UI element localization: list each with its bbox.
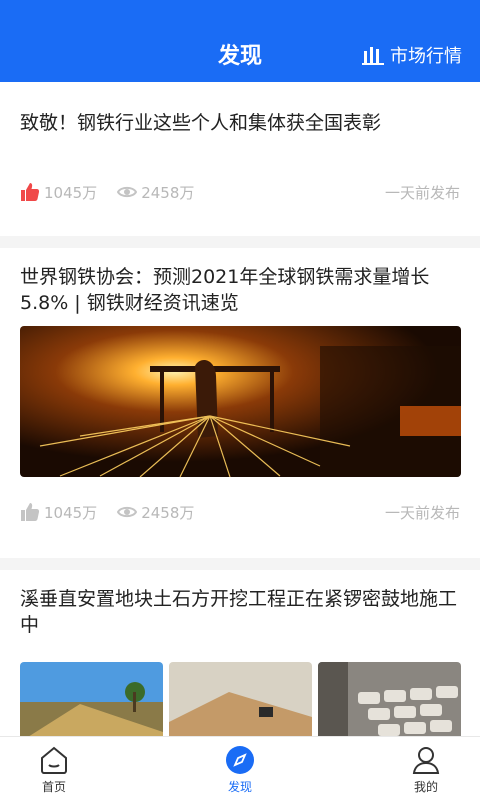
- article-title[interactable]: 溪垂直安置地块土石方开挖工程正在紧锣密鼓地施工中: [0, 586, 480, 638]
- steel-mill-sparks-photo[interactable]: [20, 326, 461, 477]
- sand-pile-photo[interactable]: [20, 662, 163, 736]
- article-image-grid: [20, 662, 461, 736]
- article-card[interactable]: 致敬！钢铁行业这些个人和集体获全国表彰 1045万 2458万 一天前发布: [0, 82, 480, 236]
- tab-home-label: 首页: [41, 780, 66, 794]
- eye-icon: [117, 506, 138, 518]
- user-icon: [412, 747, 440, 774]
- article-title[interactable]: 致敬！钢铁行业这些个人和集体获全国表彰: [0, 110, 480, 136]
- market-quotes-button[interactable]: 市场行情: [362, 42, 462, 68]
- cement-bags-photo[interactable]: [318, 662, 461, 736]
- view-count: 2458万: [117, 182, 194, 203]
- bottom-tab-bar: 首页 发现 我的: [0, 736, 480, 800]
- eye-icon: [117, 186, 138, 198]
- compass-icon: [226, 746, 254, 774]
- divider: [0, 236, 480, 248]
- bar-chart-icon: [362, 47, 384, 65]
- tab-mine-label: 我的: [413, 780, 438, 794]
- publish-time: 一天前发布: [384, 183, 460, 202]
- thumbs-up-icon: [21, 503, 40, 521]
- app-header: 发现 市场行情: [0, 0, 480, 82]
- divider: [0, 558, 480, 570]
- article-meta: 1045万 2458万 一天前发布: [0, 500, 480, 524]
- thumbs-up-icon: [21, 183, 40, 201]
- article-feed[interactable]: 致敬！钢铁行业这些个人和集体获全国表彰 1045万 2458万 一天前发布 世界…: [0, 82, 480, 736]
- construction-site-photo[interactable]: [169, 662, 312, 736]
- like-count-text: 1045万: [44, 503, 98, 522]
- tab-discover[interactable]: 发现: [200, 745, 280, 795]
- article-card[interactable]: 世界钢铁协会：预测2021年全球钢铁需求量增长5.8% | 钢铁财经资讯速览 1…: [0, 248, 480, 558]
- tab-discover-label: 发现: [227, 780, 252, 794]
- like-count-text: 1045万: [44, 183, 98, 202]
- view-count: 2458万: [117, 502, 194, 523]
- tab-mine[interactable]: 我的: [386, 745, 466, 795]
- like-count[interactable]: 1045万: [20, 182, 97, 203]
- article-title[interactable]: 世界钢铁协会：预测2021年全球钢铁需求量增长5.8% | 钢铁财经资讯速览: [0, 264, 480, 316]
- article-meta: 1045万 2458万 一天前发布: [0, 180, 480, 204]
- article-card[interactable]: 溪垂直安置地块土石方开挖工程正在紧锣密鼓地施工中: [0, 570, 480, 736]
- like-count[interactable]: 1045万: [20, 502, 97, 523]
- view-count-text: 2458万: [141, 183, 195, 202]
- tab-home[interactable]: 首页: [14, 745, 94, 795]
- publish-time: 一天前发布: [384, 503, 460, 522]
- market-quotes-label: 市场行情: [390, 46, 462, 67]
- view-count-text: 2458万: [141, 503, 195, 522]
- home-icon: [41, 746, 67, 774]
